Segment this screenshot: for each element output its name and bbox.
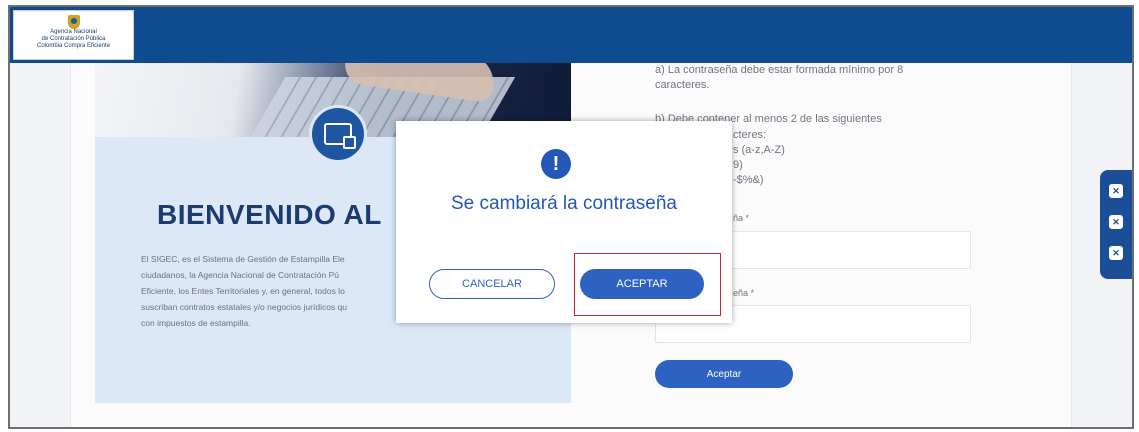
- side-tab-icon[interactable]: ✕: [1109, 215, 1123, 229]
- top-header-bar: Agencia Nacional de Contratación Pública…: [10, 7, 1132, 63]
- logo-line-2: de Contratación Pública: [41, 36, 106, 42]
- requirement-a-cont: caracteres.: [655, 79, 710, 91]
- requirement-symbols: -$%&): [733, 174, 764, 186]
- requirement-b-cont: cteres:: [733, 129, 767, 141]
- logo-line-1: Agencia Nacional: [50, 29, 97, 35]
- new-password-label: ña *: [733, 213, 750, 223]
- side-toolbar: ✕ ✕ ✕: [1100, 170, 1132, 279]
- requirement-a: a) La contraseña debe estar formada míni…: [655, 64, 904, 76]
- highlight-box: [574, 253, 721, 316]
- side-tab-icon[interactable]: ✕: [1109, 184, 1123, 198]
- agency-logo[interactable]: Agencia Nacional de Contratación Pública…: [13, 10, 134, 60]
- dialog-title: Se cambiará la contraseña: [450, 193, 677, 214]
- exclamation-icon: !: [541, 149, 571, 179]
- computer-lock-icon: [309, 105, 367, 163]
- logo-line-3: Colombia Compra Eficiente: [36, 43, 111, 49]
- submit-password-button[interactable]: Aceptar: [655, 360, 793, 388]
- requirement-letters: s (a-z,A-Z): [733, 144, 785, 156]
- confirm-password-label: eña *: [733, 288, 755, 298]
- welcome-title: BIENVENIDO AL: [157, 199, 382, 230]
- cancel-button[interactable]: CANCELAR: [429, 269, 555, 299]
- coat-of-arms-icon: [67, 15, 80, 29]
- requirement-digits: 9): [733, 159, 743, 171]
- side-tab-icon[interactable]: ✕: [1109, 246, 1123, 260]
